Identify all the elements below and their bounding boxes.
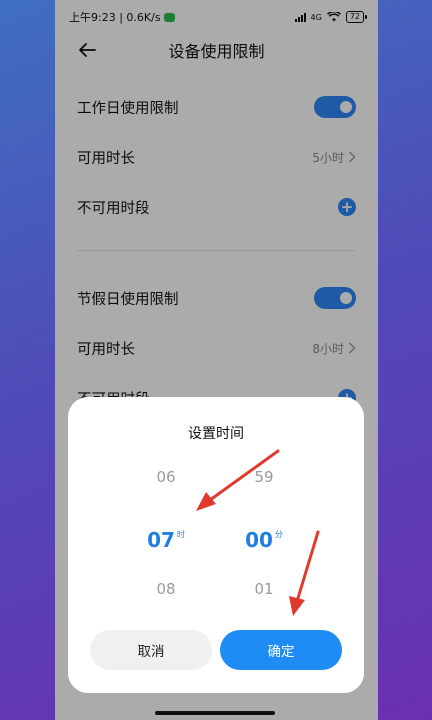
cancel-button[interactable]: 取消 bbox=[90, 630, 212, 670]
phone-screen: 上午9:23 | 0.6K/s 4G 72 设备使用限制 工作日使用限制 可用时… bbox=[55, 0, 378, 720]
minute-unit: 分 bbox=[274, 530, 283, 539]
confirm-button[interactable]: 确定 bbox=[220, 630, 342, 670]
hour-unit: 时 bbox=[176, 530, 185, 539]
hour-selected-value: 07 bbox=[147, 528, 175, 552]
minute-selected-value: 00 bbox=[245, 528, 273, 552]
hour-prev[interactable]: 06 bbox=[121, 457, 211, 497]
hour-selected[interactable]: 07 时 bbox=[121, 497, 211, 573]
hour-wheel[interactable]: 06 07 时 08 bbox=[121, 457, 211, 609]
dialog-title: 设置时间 bbox=[188, 426, 244, 442]
minute-selected[interactable]: 00 分 bbox=[219, 497, 309, 573]
time-picker: 06 07 时 08 59 00 分 01 bbox=[68, 457, 364, 617]
minute-wheel[interactable]: 59 00 分 01 bbox=[219, 457, 309, 609]
minute-prev[interactable]: 59 bbox=[219, 457, 309, 497]
minute-next[interactable]: 01 bbox=[219, 569, 309, 609]
home-indicator[interactable] bbox=[155, 711, 275, 715]
time-picker-dialog: 设置时间 06 07 时 08 59 00 分 01 取消 确定 bbox=[68, 397, 364, 693]
hour-next[interactable]: 08 bbox=[121, 569, 211, 609]
